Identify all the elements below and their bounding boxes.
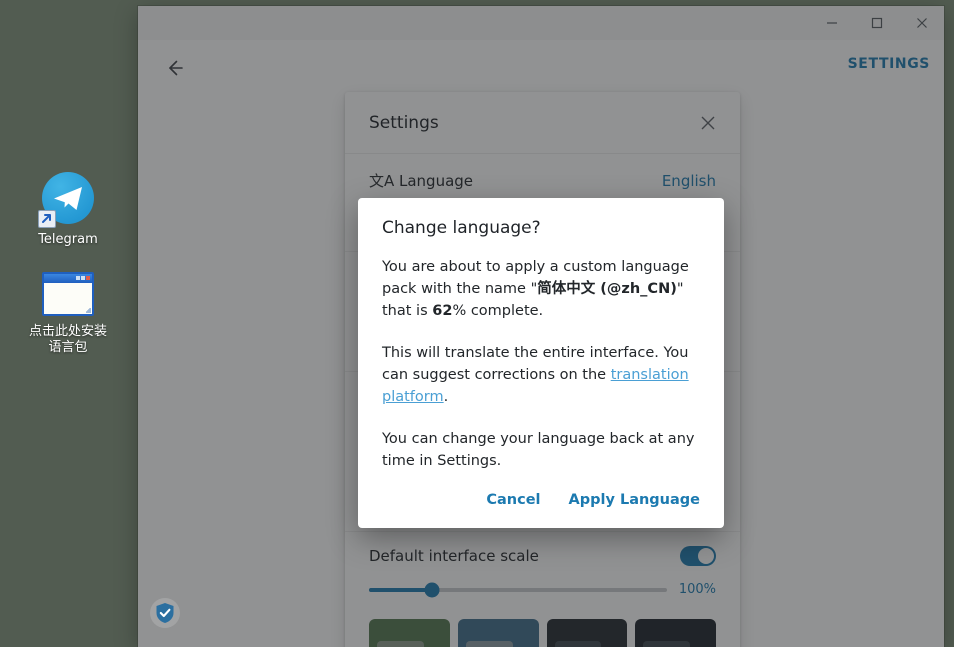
dialog-paragraph-2: This will translate the entire interface… <box>382 342 700 408</box>
change-language-dialog: Change language? You are about to apply … <box>358 198 724 528</box>
verified-badge[interactable] <box>150 598 180 628</box>
dialog-paragraph-1: You are about to apply a custom language… <box>382 256 700 322</box>
apply-language-button[interactable]: Apply Language <box>569 492 701 508</box>
dialog-p1-post: % complete. <box>452 303 543 319</box>
dialog-paragraph-3: You can change your language back at any… <box>382 428 700 472</box>
window-file-icon <box>42 272 94 316</box>
cancel-button[interactable]: Cancel <box>486 492 540 508</box>
desktop-icon-label: Telegram <box>8 232 128 248</box>
completion-percent: 62 <box>432 303 452 319</box>
desktop-icon-telegram[interactable]: Telegram <box>8 172 128 248</box>
language-pack-name: 简体中文 (@zh_CN) <box>537 281 677 297</box>
dialog-title: Change language? <box>382 218 700 238</box>
telegram-plane-icon <box>42 172 94 224</box>
shortcut-overlay-icon <box>38 210 56 228</box>
shield-check-icon <box>155 602 175 624</box>
dialog-actions: Cancel Apply Language <box>382 486 700 514</box>
desktop-icon-language-pack[interactable]: 点击此处安装 语言包 <box>8 272 128 356</box>
desktop-icon-label-line2: 语言包 <box>8 340 128 356</box>
desktop-icon-label-line1: 点击此处安装 <box>8 324 128 340</box>
dialog-p2-post: . <box>444 389 449 405</box>
